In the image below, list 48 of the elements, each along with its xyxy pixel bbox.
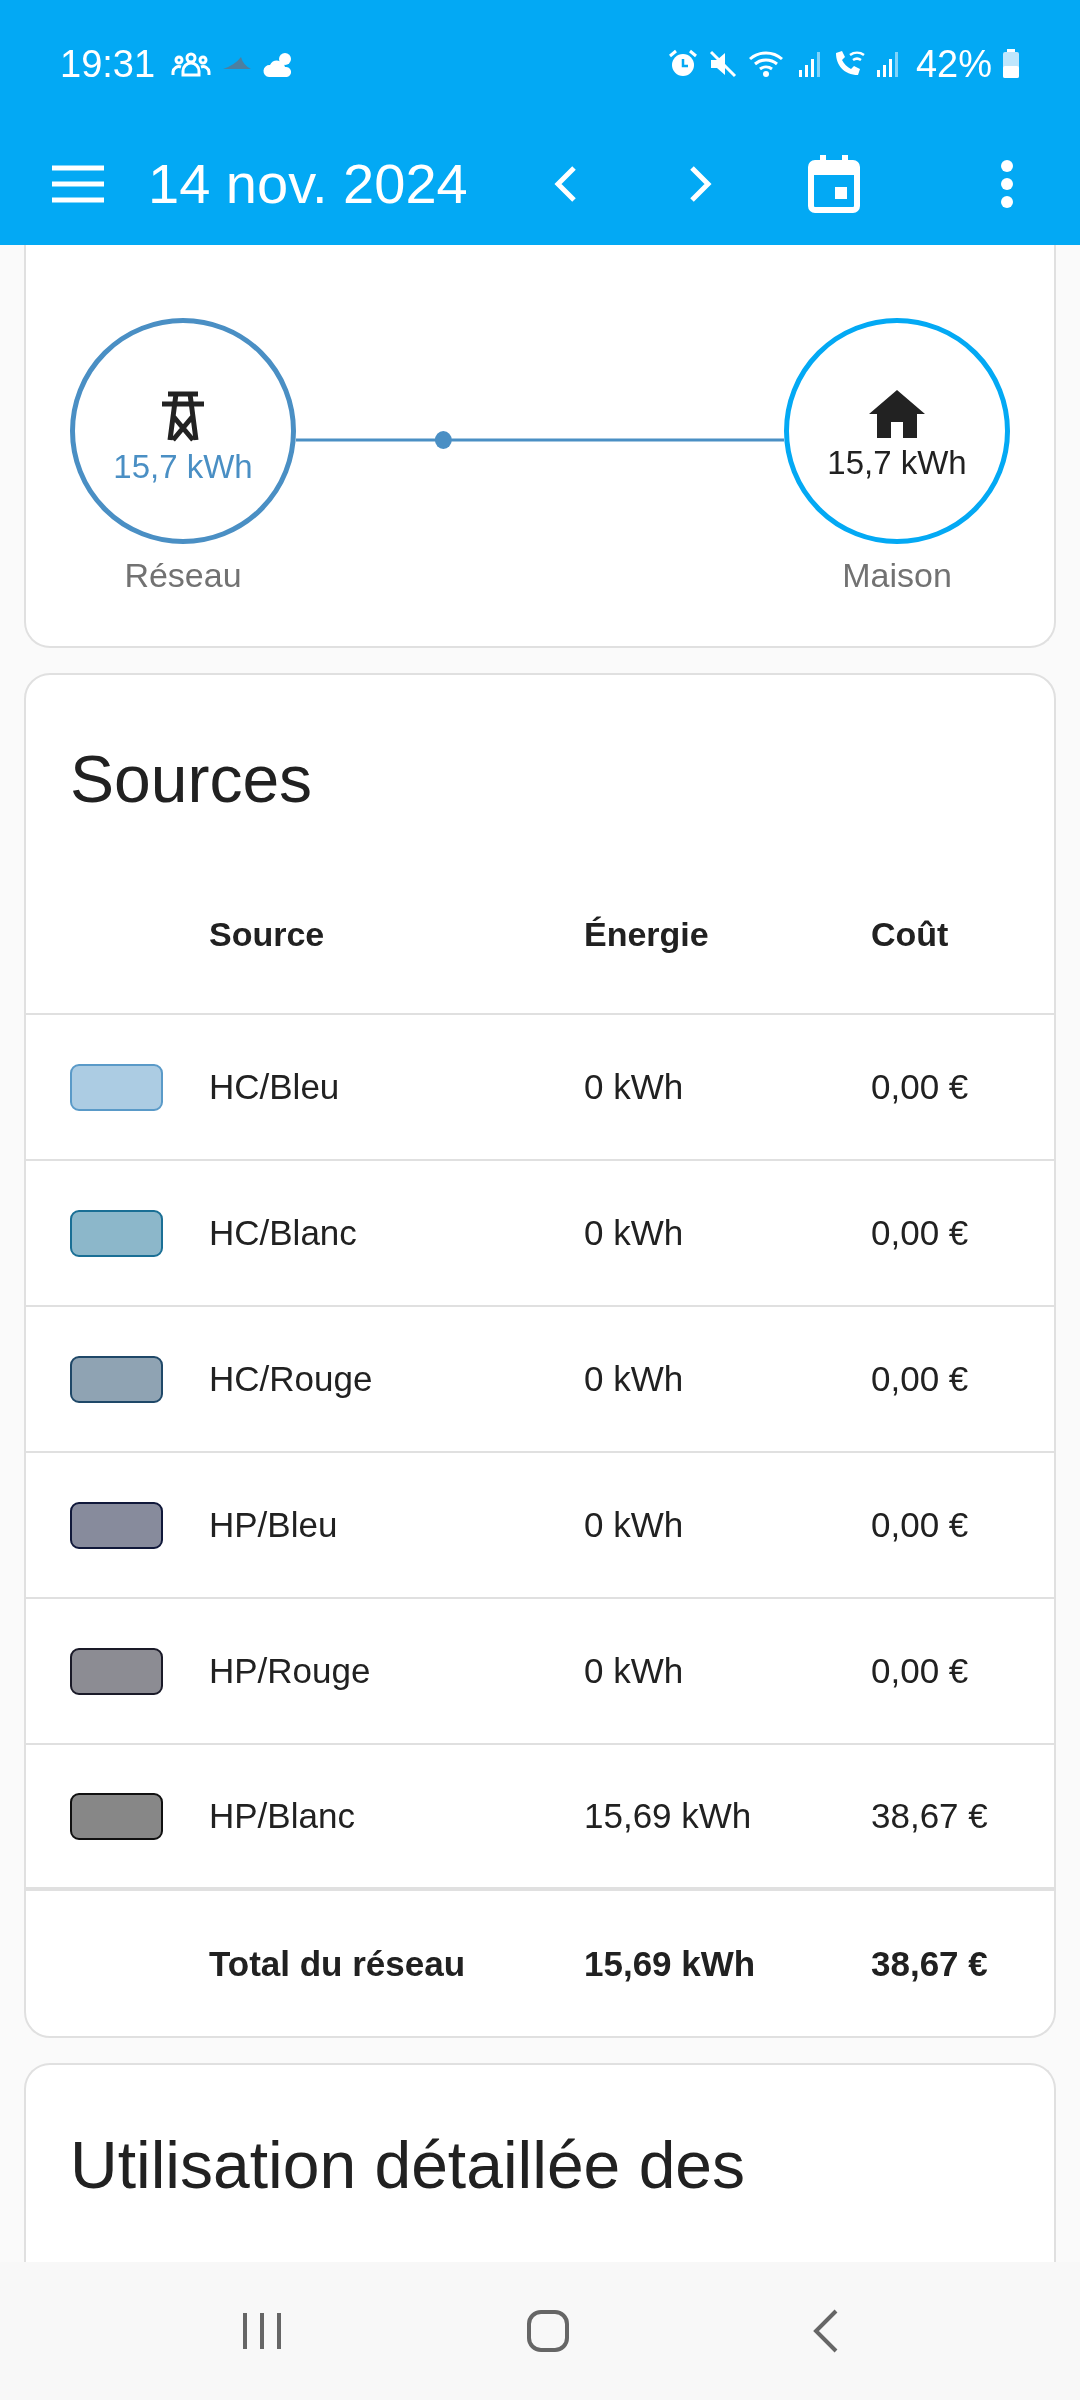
table-cell-text: HC/Rouge [209,1359,374,1399]
table-cell-text: 0 kWh [584,1651,685,1691]
alarm-icon [667,49,698,79]
node-label: Maison [842,556,952,595]
table-cell-text: HC/Blanc [209,1213,358,1253]
home-icon[interactable] [526,2309,570,2353]
table-cell-text: 0,00 € [871,1359,970,1399]
menu-icon[interactable] [52,163,104,204]
energy-value: 15,7 kWh [827,444,967,482]
column-header: Source [209,914,326,954]
table-cell-text: 0 kWh [584,1213,685,1253]
table-cell-text: 0 kWh [584,1067,685,1107]
energy-value: 15,7 kWh [113,448,253,486]
next-icon[interactable] [687,163,712,204]
table-cell-text: 15,69 kWh [584,1796,753,1836]
table-cell-text: 0,00 € [871,1651,970,1691]
column-header: Énergie [584,914,710,954]
table-cell-text: 0,00 € [871,1505,970,1545]
table-cell-text: 38,67 € [871,1944,989,1984]
date-title: 14 nov. 2024 [148,151,468,216]
previous-icon[interactable] [553,163,578,204]
table-cell-text: 0,00 € [871,1067,970,1107]
signal-icon [875,50,900,78]
column-header: Coût [871,914,950,954]
table-cell-text: Total du réseau [209,1944,467,1984]
table-cell-text: HP/Rouge [209,1651,372,1691]
people-icon [171,51,212,77]
battery-level: 42% [915,42,992,86]
node-label: Réseau [124,556,242,595]
table-cell-text: 38,67 € [871,1796,989,1836]
mute-icon [707,49,738,79]
table-cell-text: 15,69 kWh [584,1944,757,1984]
table-cell-text: HP/Bleu [209,1505,339,1545]
signal-icon [797,50,822,78]
more-icon[interactable] [999,159,1014,208]
calendar-icon[interactable] [807,154,860,213]
back-icon[interactable] [812,2309,839,2353]
table-cell-text: 0 kWh [584,1359,685,1399]
table-cell-text: HC/Bleu [209,1067,341,1107]
card-title: Sources [69,741,314,818]
table-cell-text: 0,00 € [871,1213,970,1253]
status-time: 19:31 [60,42,156,86]
table-cell-text: HP/Blanc [209,1796,356,1836]
card-title: Utilisation détaillée des [69,2127,747,2204]
battery-icon [1002,49,1020,79]
recent-apps-icon[interactable] [241,2311,284,2351]
table-cell-text: 0 kWh [584,1505,685,1545]
house-icon [869,390,925,438]
